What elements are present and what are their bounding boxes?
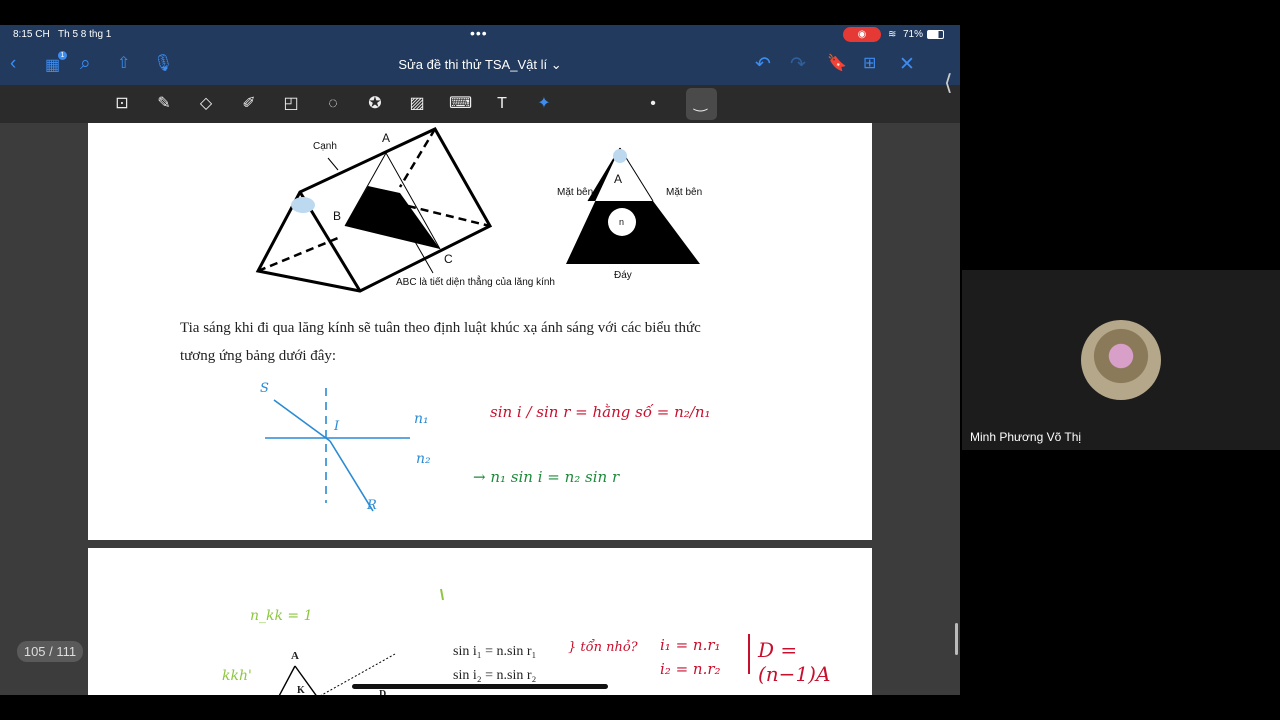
redo-icon[interactable]: ↷	[790, 53, 806, 76]
hand-eq-i2: i₂ = n.r₂	[660, 660, 721, 678]
hand-label-i: I	[334, 419, 340, 434]
pen-size-dot[interactable]: •	[642, 93, 664, 115]
participant-avatar	[1081, 320, 1161, 400]
hand-label-r: R	[367, 498, 377, 513]
lasso-icon[interactable]: ◌	[322, 93, 344, 115]
pdf-page: Cạnh A B C ABC là tiết diện thẳng của lă…	[88, 123, 872, 540]
undo-icon[interactable]: ↶	[755, 53, 771, 76]
nav-bar: ‹ ▦ 1 ⌕ ⇧ 🎙 Sửa đề thi thử TSA_Vật lí ⌄ …	[0, 45, 960, 85]
home-indicator[interactable]	[352, 684, 608, 689]
close-icon[interactable]: ✕	[899, 53, 915, 76]
document-title[interactable]: Sửa đề thi thử TSA_Vật lí ⌄	[0, 57, 960, 73]
keyboard-icon[interactable]: ⌨	[449, 93, 472, 115]
hand-formula-ratio: sin i / sin r = hằng số = n₂/n₁	[490, 403, 711, 421]
recording-indicator-icon[interactable]: ◉	[843, 27, 881, 42]
bookmark-icon[interactable]: 🔖	[827, 53, 847, 73]
hand-eq-i1: i₁ = n.r₁	[660, 636, 721, 654]
sticker-icon[interactable]: ✪	[364, 93, 386, 115]
pen-icon[interactable]: ✎	[153, 93, 175, 115]
status-date: Th 5 8 thg 1	[58, 29, 112, 40]
hand-formula-snell: → n₁ sin i = n₂ sin r	[473, 468, 620, 486]
label-k: K	[297, 685, 305, 695]
participant-name: Minh Phương Võ Thị	[970, 430, 1082, 444]
wifi-icon: ≋	[888, 29, 897, 40]
status-bar: 8:15 CH Th 5 8 thg 1 ••• ◉ ≋ 71%	[0, 25, 960, 45]
eraser-icon[interactable]: ◇	[195, 93, 217, 115]
hand-note: } tổn nhỏ?	[568, 640, 638, 655]
image-icon[interactable]: ▨	[406, 93, 428, 115]
multitask-dots[interactable]: •••	[470, 25, 488, 41]
laser-pointer-icon[interactable]: ✦	[533, 93, 555, 115]
zoom-window-icon[interactable]: ⊡	[111, 93, 133, 115]
battery-icon	[927, 30, 944, 39]
sidebar-collapse-icon[interactable]: ⟨	[944, 70, 953, 96]
add-page-icon[interactable]: ⊞	[863, 53, 876, 73]
formula-sin-i2: sin i₂ = n.sin r₂	[453, 668, 537, 683]
pdf-page: n_kk = 1 kkh' A K D sin i₁ = n.sin r₁ si…	[88, 548, 872, 695]
stroke-style-button[interactable]: ‿	[686, 88, 717, 120]
label-a: A	[291, 650, 299, 662]
participant-tile: Minh Phương Võ Thị	[962, 270, 1280, 450]
hand-label-n2: n₂	[416, 451, 431, 467]
formula-sin-i1: sin i₁ = n.sin r₁	[453, 644, 537, 659]
text-tool-icon[interactable]: T	[491, 93, 513, 115]
hand-eq-deviation: D = (n−1)A	[758, 638, 831, 686]
pdf-app: 8:15 CH Th 5 8 thg 1 ••• ◉ ≋ 71% ‹ ▦ 1 ⌕…	[0, 25, 960, 695]
drawing-toolbar: ⊡ ✎ ◇ ✐ ◰ ◌ ✪ ▨ ⌨ T ✦ • ‿	[0, 85, 960, 123]
battery-level: 71%	[903, 29, 924, 40]
hand-label-n1: n₁	[414, 411, 429, 427]
hand-divider	[748, 634, 750, 674]
status-time: 8:15 CH	[13, 29, 50, 40]
shapes-icon[interactable]: ◰	[280, 93, 302, 115]
stroke-curve-icon: ‿	[694, 95, 707, 112]
label-d: D	[379, 689, 387, 695]
scrollbar[interactable]	[955, 623, 958, 655]
highlighter-icon[interactable]: ✐	[238, 93, 260, 115]
page-indicator[interactable]: 105 / 111	[17, 641, 83, 662]
hand-label-s: S	[260, 381, 269, 396]
